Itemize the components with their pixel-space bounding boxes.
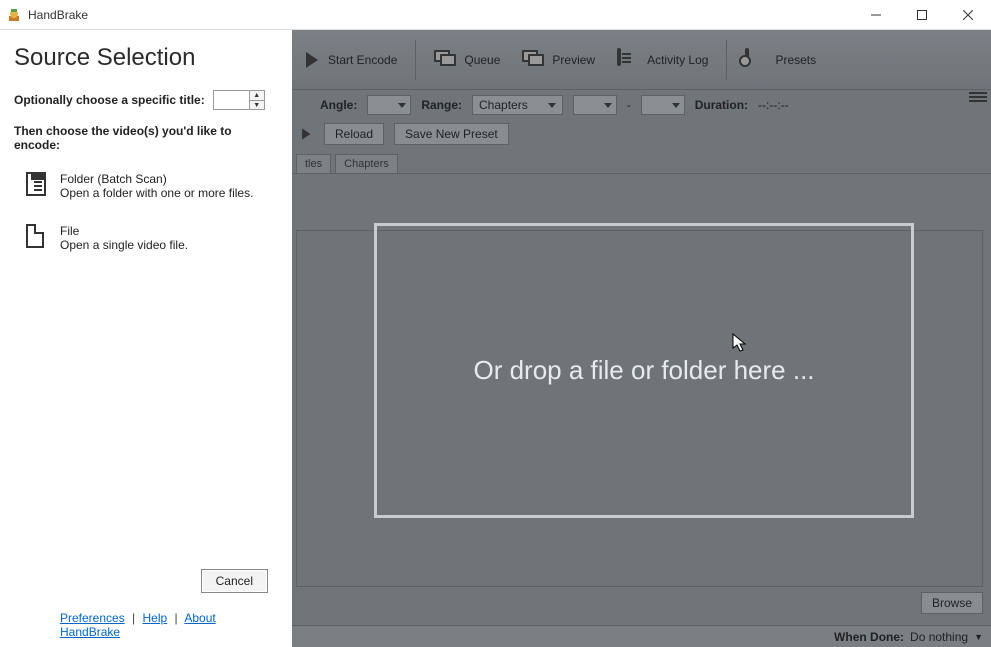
file-option-desc: Open a single video file. bbox=[60, 238, 188, 252]
optional-title-row: Optionally choose a specific title: ▲ ▼ bbox=[14, 90, 278, 110]
presets-label: Presets bbox=[775, 53, 816, 67]
start-encode-button[interactable]: Start Encode bbox=[298, 48, 405, 72]
tab-subtitles-partial[interactable]: tles bbox=[296, 154, 331, 173]
play-icon bbox=[306, 52, 320, 68]
activity-log-button[interactable]: Activity Log bbox=[609, 46, 716, 74]
reload-button[interactable]: Reload bbox=[324, 123, 384, 145]
presets-icon bbox=[745, 50, 767, 70]
duration-value: --:--:-- bbox=[758, 98, 789, 112]
file-icon bbox=[26, 224, 48, 250]
range-dash: - bbox=[627, 98, 631, 112]
activity-log-icon bbox=[617, 50, 639, 70]
chapter-end-select[interactable] bbox=[641, 95, 685, 115]
panel-title: Source Selection bbox=[14, 44, 278, 72]
start-encode-label: Start Encode bbox=[328, 53, 397, 67]
source-selection-panel: Source Selection Optionally choose a spe… bbox=[0, 30, 292, 647]
open-file-option[interactable]: File Open a single video file. bbox=[26, 224, 278, 252]
app-name: HandBrake bbox=[28, 8, 88, 22]
drop-zone-text: Or drop a file or folder here ... bbox=[473, 355, 814, 386]
folder-icon bbox=[26, 172, 48, 198]
chevron-down-icon bbox=[672, 103, 680, 108]
footer-links: Preferences | Help | About HandBrake bbox=[14, 611, 278, 639]
minimize-button[interactable] bbox=[853, 0, 899, 30]
file-option-title: File bbox=[60, 224, 188, 238]
optional-title-label: Optionally choose a specific title: bbox=[14, 93, 205, 107]
when-done-label: When Done: bbox=[834, 630, 904, 644]
title-spin-control: ▲ ▼ bbox=[213, 90, 265, 110]
play-small-icon[interactable] bbox=[302, 128, 312, 139]
chevron-down-icon bbox=[548, 103, 556, 108]
range-label: Range: bbox=[421, 98, 462, 112]
queue-icon bbox=[434, 50, 456, 70]
close-button[interactable] bbox=[945, 0, 991, 30]
hamburger-menu-icon[interactable] bbox=[969, 90, 987, 104]
title-number-input[interactable] bbox=[213, 90, 249, 110]
window-controls bbox=[853, 0, 991, 30]
toolbar-separator bbox=[726, 40, 727, 80]
range-select[interactable]: Chapters bbox=[472, 95, 563, 115]
link-separator: | bbox=[175, 611, 178, 625]
open-folder-option[interactable]: Folder (Batch Scan) Open a folder with o… bbox=[26, 172, 278, 200]
title-bar: HandBrake bbox=[0, 0, 991, 30]
browse-button[interactable]: Browse bbox=[921, 592, 983, 614]
when-done-value[interactable]: Do nothing bbox=[910, 630, 968, 644]
spin-down-button[interactable]: ▼ bbox=[250, 100, 264, 109]
angle-label: Angle: bbox=[320, 98, 357, 112]
presets-button[interactable]: Presets bbox=[737, 46, 824, 74]
app-icon bbox=[6, 7, 22, 23]
chapter-start-select[interactable] bbox=[573, 95, 617, 115]
link-separator: | bbox=[132, 611, 135, 625]
drop-zone[interactable]: Or drop a file or folder here ... bbox=[374, 223, 914, 518]
cancel-button[interactable]: Cancel bbox=[201, 569, 268, 593]
toolbar-separator bbox=[415, 40, 416, 80]
help-link[interactable]: Help bbox=[143, 611, 168, 625]
tab-chapters[interactable]: Chapters bbox=[335, 154, 398, 173]
preview-icon bbox=[522, 50, 544, 70]
folder-option-title: Folder (Batch Scan) bbox=[60, 172, 253, 186]
save-new-preset-button[interactable]: Save New Preset bbox=[394, 123, 509, 145]
preview-label: Preview bbox=[552, 53, 595, 67]
chevron-down-icon bbox=[398, 103, 406, 108]
mouse-cursor-icon bbox=[732, 333, 748, 353]
activity-log-label: Activity Log bbox=[647, 53, 708, 67]
angle-select[interactable] bbox=[367, 95, 411, 115]
preview-button[interactable]: Preview bbox=[514, 46, 603, 74]
chevron-down-icon bbox=[604, 103, 612, 108]
queue-button[interactable]: Queue bbox=[426, 46, 508, 74]
instruction-text: Then choose the video(s) you'd like to e… bbox=[14, 124, 278, 152]
maximize-button[interactable] bbox=[899, 0, 945, 30]
queue-label: Queue bbox=[464, 53, 500, 67]
duration-label: Duration: bbox=[695, 98, 748, 112]
preferences-link[interactable]: Preferences bbox=[60, 611, 125, 625]
folder-option-desc: Open a folder with one or more files. bbox=[60, 186, 253, 200]
spin-up-button[interactable]: ▲ bbox=[250, 91, 264, 100]
chevron-down-icon: ▼ bbox=[974, 632, 983, 642]
range-value: Chapters bbox=[479, 98, 528, 112]
